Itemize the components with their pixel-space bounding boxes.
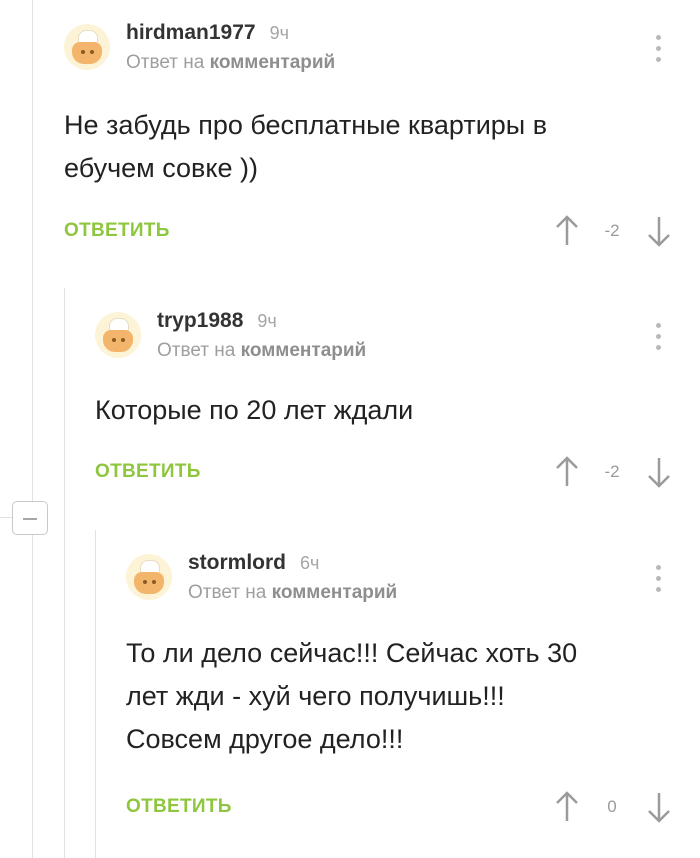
reply-to-line: Ответ на комментарий: [157, 340, 366, 362]
avatar-eye: [112, 338, 116, 342]
comment-text-line: ебучем совке )): [64, 153, 259, 183]
comment: hirdman1977 9ч Ответ на комментарий Не за…: [64, 21, 700, 254]
author-name[interactable]: tryp1988: [157, 309, 243, 332]
collapse-thread-button[interactable]: [12, 501, 48, 535]
reply-button[interactable]: ОТВЕТИТЬ: [95, 461, 201, 483]
reply-to-link[interactable]: комментарий: [272, 582, 398, 603]
comment-text: Которые по 20 лет ждали: [95, 389, 413, 432]
avatar[interactable]: [126, 554, 172, 600]
avatar-eye: [90, 50, 94, 54]
avatar-eye: [121, 338, 125, 342]
rating-score: -2: [604, 221, 620, 240]
author-name[interactable]: stormlord: [188, 551, 286, 574]
avatar-face: [134, 572, 164, 594]
thread-line: [95, 530, 96, 858]
more-options-icon[interactable]: [656, 35, 662, 67]
downvote-arrow-icon[interactable]: [647, 456, 671, 488]
reply-prefix: Ответ на: [188, 582, 267, 603]
downvote-arrow-icon[interactable]: [647, 215, 671, 247]
downvote-arrow-icon[interactable]: [647, 791, 671, 823]
reply-prefix: Ответ на: [126, 52, 205, 73]
upvote-arrow-icon[interactable]: [555, 456, 579, 488]
avatar-eye: [152, 580, 156, 584]
reply-prefix: Ответ на: [157, 340, 236, 361]
comment-author[interactable]: tryp1988 9ч: [157, 309, 277, 333]
comment-author[interactable]: hirdman1977 9ч: [126, 21, 289, 45]
comment: tryp1988 9ч Ответ на комментарий Которые …: [95, 309, 700, 492]
reply-to-link[interactable]: комментарий: [241, 340, 367, 361]
thread-connector: [0, 517, 12, 518]
reply-button[interactable]: ОТВЕТИТЬ: [126, 796, 232, 818]
avatar-eye: [81, 50, 85, 54]
reply-to-link[interactable]: комментарий: [210, 52, 336, 73]
comment-text: То ли дело сейчас!!! Сейчас хоть 30 лет …: [126, 632, 577, 761]
thread-line: [64, 288, 65, 858]
comment: stormlord 6ч Ответ на комментарий То ли д…: [126, 551, 700, 844]
rating-score: -2: [604, 462, 620, 481]
reply-to-line: Ответ на комментарий: [188, 582, 397, 604]
rating-score: 0: [607, 797, 617, 816]
avatar-eye: [143, 580, 147, 584]
upvote-arrow-icon[interactable]: [555, 215, 579, 247]
avatar-face: [72, 42, 102, 64]
comment-author[interactable]: stormlord 6ч: [188, 551, 319, 575]
reply-to-line: Ответ на комментарий: [126, 52, 335, 74]
more-options-icon[interactable]: [656, 565, 662, 597]
thread-line: [32, 0, 33, 858]
comment-text-line: Совсем другое дело!!!: [126, 724, 404, 754]
author-name[interactable]: hirdman1977: [126, 21, 256, 44]
comment-time: 6ч: [300, 553, 320, 573]
avatar[interactable]: [64, 24, 110, 70]
comment-text: Не забудь про бесплатные квартиры в ебуч…: [64, 104, 547, 190]
avatar-face: [103, 330, 133, 352]
comment-text-line: лет жди - хуй чего получишь!!!: [126, 681, 505, 711]
comment-text-line: Которые по 20 лет ждали: [95, 395, 414, 425]
comment-text-line: То ли дело сейчас!!! Сейчас хоть 30: [126, 638, 578, 668]
avatar[interactable]: [95, 312, 141, 358]
comment-time: 9ч: [257, 311, 277, 331]
comment-text-line: Не забудь про бесплатные квартиры в: [64, 110, 548, 140]
minus-icon: [23, 518, 37, 520]
comment-time: 9ч: [269, 23, 289, 43]
reply-button[interactable]: ОТВЕТИТЬ: [64, 220, 170, 242]
upvote-arrow-icon[interactable]: [555, 791, 579, 823]
more-options-icon[interactable]: [656, 323, 662, 355]
